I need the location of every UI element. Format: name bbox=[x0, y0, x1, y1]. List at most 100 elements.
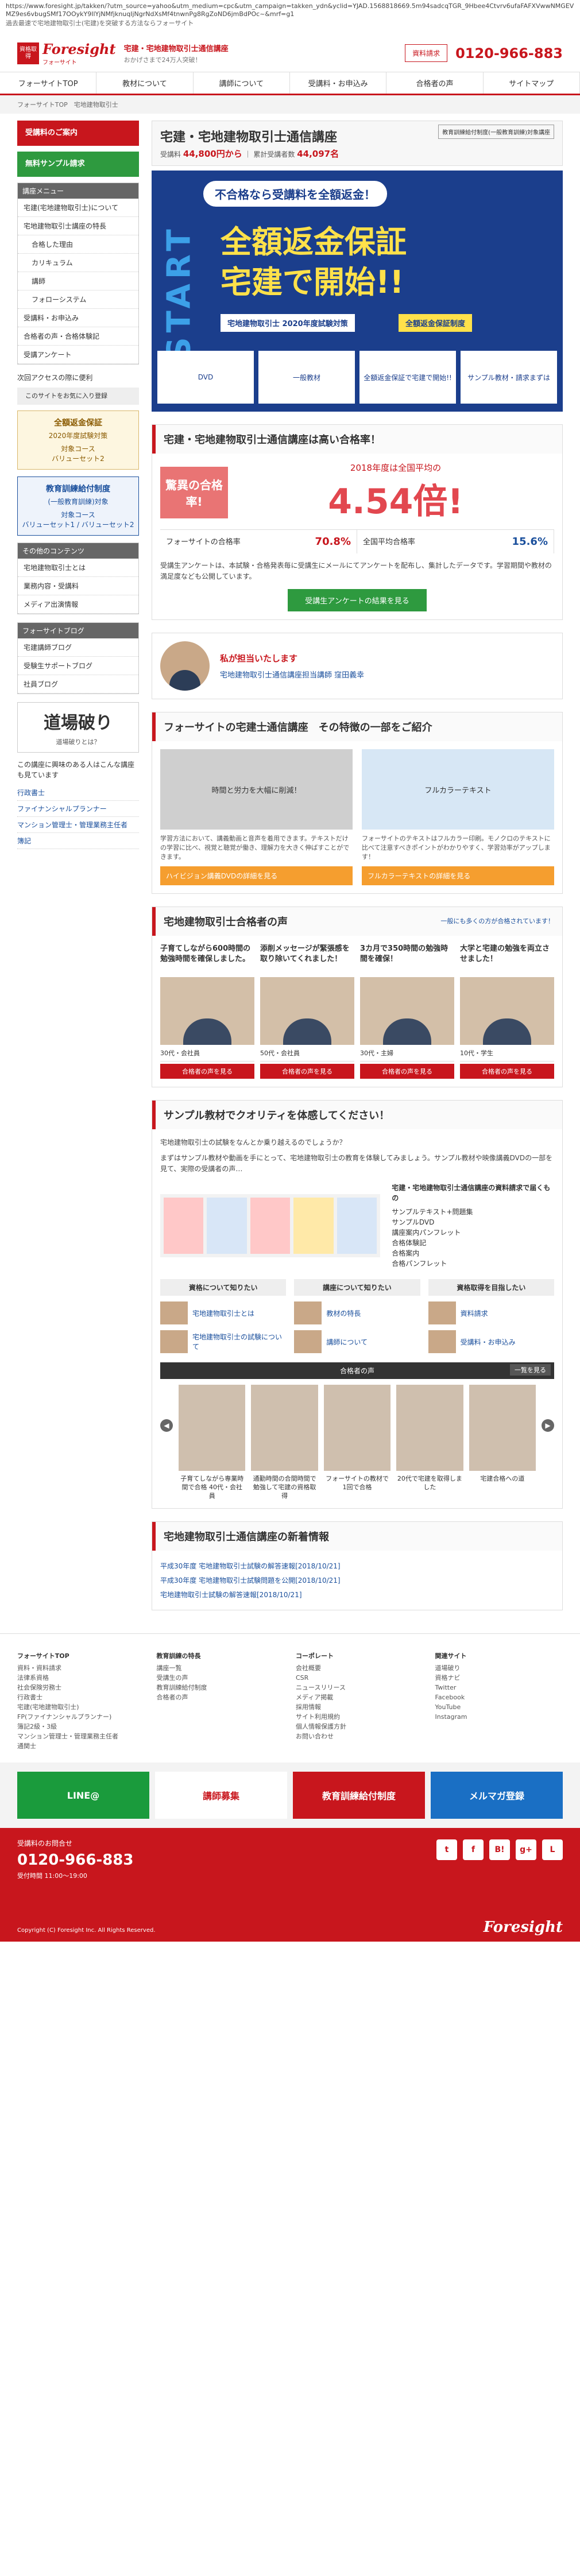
hero-strip-item[interactable]: 一般教材 bbox=[258, 351, 355, 404]
sidebar-item[interactable]: 受講料・お申込み bbox=[18, 309, 138, 327]
info-link[interactable]: 講師について bbox=[294, 1330, 420, 1353]
voice-card[interactable]: 子育てしながら600時間の勉強時間を確保しました。 30代・会社員 合格者の声を見る bbox=[160, 944, 254, 1079]
footer-link[interactable]: Facebook bbox=[435, 1692, 563, 1702]
info-link[interactable]: 宅地建物取引士の試験について bbox=[160, 1330, 286, 1353]
footer-link[interactable]: 資料・資料請求 bbox=[17, 1663, 145, 1673]
bookmark-button[interactable]: このサイトをお気に入り登録 bbox=[17, 388, 139, 405]
footer-link[interactable]: マンション管理士・管理業務主任者 bbox=[17, 1731, 145, 1741]
footer-link[interactable]: 社会保険労務士 bbox=[17, 1683, 145, 1692]
footer-banner[interactable]: 教育訓練給付制度 bbox=[293, 1772, 425, 1819]
info-link[interactable]: 教材の特長 bbox=[294, 1301, 420, 1324]
hatena-icon[interactable]: B! bbox=[489, 1839, 510, 1860]
slider-more-button[interactable]: 一覧を見る bbox=[510, 1364, 551, 1376]
footer-column-title[interactable]: 教育訓練の特長 bbox=[157, 1651, 285, 1661]
slide-card[interactable]: 20代で宅建を取得しました bbox=[396, 1385, 463, 1500]
news-item[interactable]: 平成30年度 宅地建物取引士試験の解答速報[2018/10/21] bbox=[160, 1559, 554, 1573]
voice-button[interactable]: 合格者の声を見る bbox=[360, 1064, 454, 1079]
footer-link[interactable]: サイト利用規約 bbox=[296, 1712, 424, 1722]
teacher-name[interactable]: 宅地建物取引士通信講座担当講師 窪田義幸 bbox=[220, 669, 364, 680]
nav-item[interactable]: サイトマップ bbox=[484, 72, 580, 94]
facebook-icon[interactable]: f bbox=[463, 1839, 484, 1860]
nav-item[interactable]: 講師について bbox=[194, 72, 290, 94]
sidebar-item[interactable]: カリキュラム bbox=[18, 254, 138, 272]
sidebar-blog-item[interactable]: 社員ブログ bbox=[18, 675, 138, 694]
footer-link[interactable]: 宅建(宅地建物取引士) bbox=[17, 1702, 145, 1712]
voice-button[interactable]: 合格者の声を見る bbox=[460, 1064, 554, 1079]
slider-prev-icon[interactable]: ◀ bbox=[160, 1419, 173, 1432]
fee-guide-button[interactable]: 受講料のご案内 bbox=[17, 121, 139, 146]
footer-link[interactable]: 行政書士 bbox=[17, 1692, 145, 1702]
footer-link[interactable]: ニュースリリース bbox=[296, 1683, 424, 1692]
footer-link[interactable]: 合格者の声 bbox=[157, 1692, 285, 1702]
related-course-link[interactable]: ファイナンシャルプランナー bbox=[17, 801, 139, 817]
refund-banner[interactable]: 全額返金保証 2020年度試験対策 対象コース バリューセット2 bbox=[17, 410, 139, 470]
news-item[interactable]: 宅地建物取引士試験の解答速報[2018/10/21] bbox=[160, 1587, 554, 1602]
slide-card[interactable]: フォーサイトの教材で1回で合格 bbox=[323, 1385, 391, 1500]
dojo-link[interactable]: 道場破りとは？ bbox=[24, 737, 133, 746]
footer-link[interactable]: CSR bbox=[296, 1673, 424, 1683]
sidebar-item[interactable]: 宅建(宅地建物取引士)について bbox=[18, 199, 138, 217]
contact-button[interactable]: 資料請求 bbox=[405, 44, 448, 62]
url-bar[interactable]: https://www.foresight.jp/takken/?utm_sou… bbox=[0, 0, 580, 34]
footer-banner[interactable]: LINE@ bbox=[17, 1772, 149, 1819]
footer-link[interactable]: 簿記2級・3級 bbox=[17, 1722, 145, 1731]
sample-request-button[interactable]: 無料サンプル請求 bbox=[17, 152, 139, 177]
info-link[interactable]: 資料請求 bbox=[428, 1301, 554, 1324]
footer-link[interactable]: YouTube bbox=[435, 1702, 563, 1712]
info-link[interactable]: 宅地建物取引士とは bbox=[160, 1301, 286, 1324]
sidebar-other-item[interactable]: 業務内容・受講料 bbox=[18, 577, 138, 595]
sidebar-item[interactable]: 合格した理由 bbox=[18, 235, 138, 254]
nav-item[interactable]: フォーサイトTOP bbox=[0, 72, 97, 94]
sidebar-item[interactable]: 宅地建物取引士講座の特長 bbox=[18, 217, 138, 235]
news-item[interactable]: 平成30年度 宅地建物取引士試験問題を公開[2018/10/21] bbox=[160, 1573, 554, 1587]
footer-link[interactable]: 個人情報保護方針 bbox=[296, 1722, 424, 1731]
hero-banner[interactable]: START 不合格なら受講料を全額返金！ 全額返金保証 宅建で開始!! 宅地建物… bbox=[152, 171, 563, 412]
footer-link[interactable]: FP(ファイナンシャルプランナー) bbox=[17, 1712, 145, 1722]
sidebar-other-item[interactable]: 宅地建物取引士とは bbox=[18, 559, 138, 577]
voice-card[interactable]: 添削メッセージが緊張感を取り除いてくれました！ 50代・会社員 合格者の声を見る bbox=[260, 944, 354, 1079]
voice-card[interactable]: 3カ月で350時間の勉強時間を確保！ 30代・主婦 合格者の声を見る bbox=[360, 944, 454, 1079]
sidebar-blog-item[interactable]: 宅建講師ブログ bbox=[18, 638, 138, 657]
footer-logo[interactable]: Foresight bbox=[484, 1919, 563, 1936]
twitter-icon[interactable]: t bbox=[436, 1839, 457, 1860]
voice-button[interactable]: 合格者の声を見る bbox=[160, 1064, 254, 1079]
voices-more-link[interactable]: 一般にも多くの方が合格されています！ bbox=[440, 916, 554, 925]
footer-banner[interactable]: 講師募集 bbox=[155, 1772, 287, 1819]
info-link[interactable]: 受講料・お申込み bbox=[428, 1330, 554, 1353]
feature-dvd-button[interactable]: ハイビジョン講義DVDの詳細を見る bbox=[160, 866, 353, 885]
footer-link[interactable]: 受講生の声 bbox=[157, 1673, 285, 1683]
footer-column-title[interactable]: 関連サイト bbox=[435, 1651, 563, 1661]
footer-link[interactable]: 資格ナビ bbox=[435, 1673, 563, 1683]
footer-link[interactable]: お問い合わせ bbox=[296, 1731, 424, 1741]
footer-link[interactable]: Instagram bbox=[435, 1712, 563, 1722]
slide-card[interactable]: 宅建合格への道 bbox=[469, 1385, 536, 1500]
nav-item[interactable]: 受講料・お申込み bbox=[290, 72, 387, 94]
related-course-link[interactable]: 行政書士 bbox=[17, 785, 139, 801]
google-plus-icon[interactable]: g+ bbox=[516, 1839, 536, 1860]
footer-link[interactable]: 道場破り bbox=[435, 1663, 563, 1673]
voice-button[interactable]: 合格者の声を見る bbox=[260, 1064, 354, 1079]
hero-strip-item[interactable]: DVD bbox=[157, 351, 254, 404]
hero-strip-item[interactable]: サンプル教材・請求まずは bbox=[461, 351, 557, 404]
slider-next-icon[interactable]: ▶ bbox=[542, 1419, 554, 1432]
footer-column-title[interactable]: フォーサイトTOP bbox=[17, 1651, 145, 1661]
sidebar-item[interactable]: フォローシステム bbox=[18, 290, 138, 309]
voice-card[interactable]: 大学と宅建の勉強を両立させました！ 10代・学生 合格者の声を見る bbox=[460, 944, 554, 1079]
feature-text-button[interactable]: フルカラーテキストの詳細を見る bbox=[362, 866, 554, 885]
site-logo[interactable]: 資格取得 Foresight フォーサイト bbox=[17, 41, 116, 66]
related-course-link[interactable]: 簿記 bbox=[17, 833, 139, 849]
footer-link[interactable]: メディア掲載 bbox=[296, 1692, 424, 1702]
footer-link[interactable]: 通関士 bbox=[17, 1741, 145, 1751]
sidebar-blog-item[interactable]: 受験生サポートブログ bbox=[18, 657, 138, 675]
footer-link[interactable]: 会社概要 bbox=[296, 1663, 424, 1673]
header-phone[interactable]: 0120-966-883 bbox=[455, 45, 563, 61]
slide-card[interactable]: 子育てしながら専業時間で合格 40代・会社員 bbox=[179, 1385, 246, 1500]
sidebar-item[interactable]: 受講アンケート bbox=[18, 346, 138, 364]
footer-link[interactable]: 採用情報 bbox=[296, 1702, 424, 1712]
sidebar-item[interactable]: 講師 bbox=[18, 272, 138, 290]
benefit-banner[interactable]: 教育訓練給付制度 (一般教育訓練)対象 対象コース バリューセット1 / バリュ… bbox=[17, 477, 139, 536]
dojo-banner[interactable]: 道場破り 道場破りとは？ bbox=[17, 702, 139, 753]
related-course-link[interactable]: マンション管理士・管理業務主任者 bbox=[17, 817, 139, 833]
nav-item[interactable]: 合格者の声 bbox=[386, 72, 484, 94]
line-icon[interactable]: L bbox=[542, 1839, 563, 1860]
